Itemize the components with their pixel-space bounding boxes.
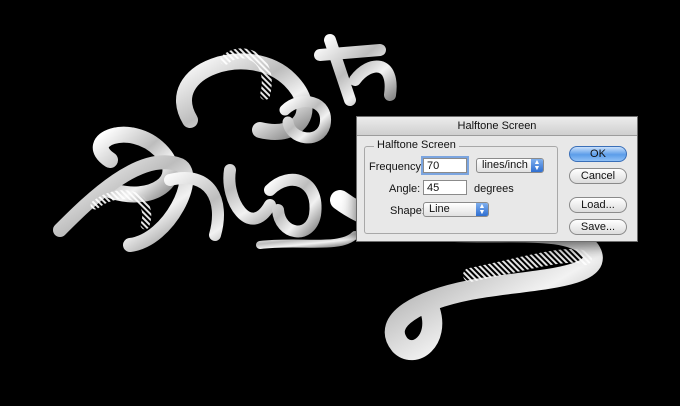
ok-button[interactable]: OK [569,146,627,162]
frequency-unit-select[interactable]: lines/inch ▲ ▼ [476,158,544,173]
angle-unit-label: degrees [474,183,514,195]
up-down-arrows-icon: ▲ ▼ [476,203,488,216]
shape-select[interactable]: Line ▲ ▼ [423,202,489,217]
frequency-input[interactable] [423,158,467,173]
angle-input[interactable] [423,180,467,195]
frequency-unit-value: lines/inch [482,159,528,171]
save-button[interactable]: Save... [569,219,627,235]
load-button[interactable]: Load... [569,197,627,213]
shape-label: Shape: [390,205,425,217]
up-down-arrows-icon: ▲ ▼ [531,159,543,172]
group-label: Halftone Screen [374,139,459,151]
cancel-button[interactable]: Cancel [569,168,627,184]
angle-label: Angle: [389,183,421,195]
dialog-title: Halftone Screen [357,117,637,136]
shape-value: Line [429,203,450,215]
frequency-label: Frequency: [369,161,425,173]
